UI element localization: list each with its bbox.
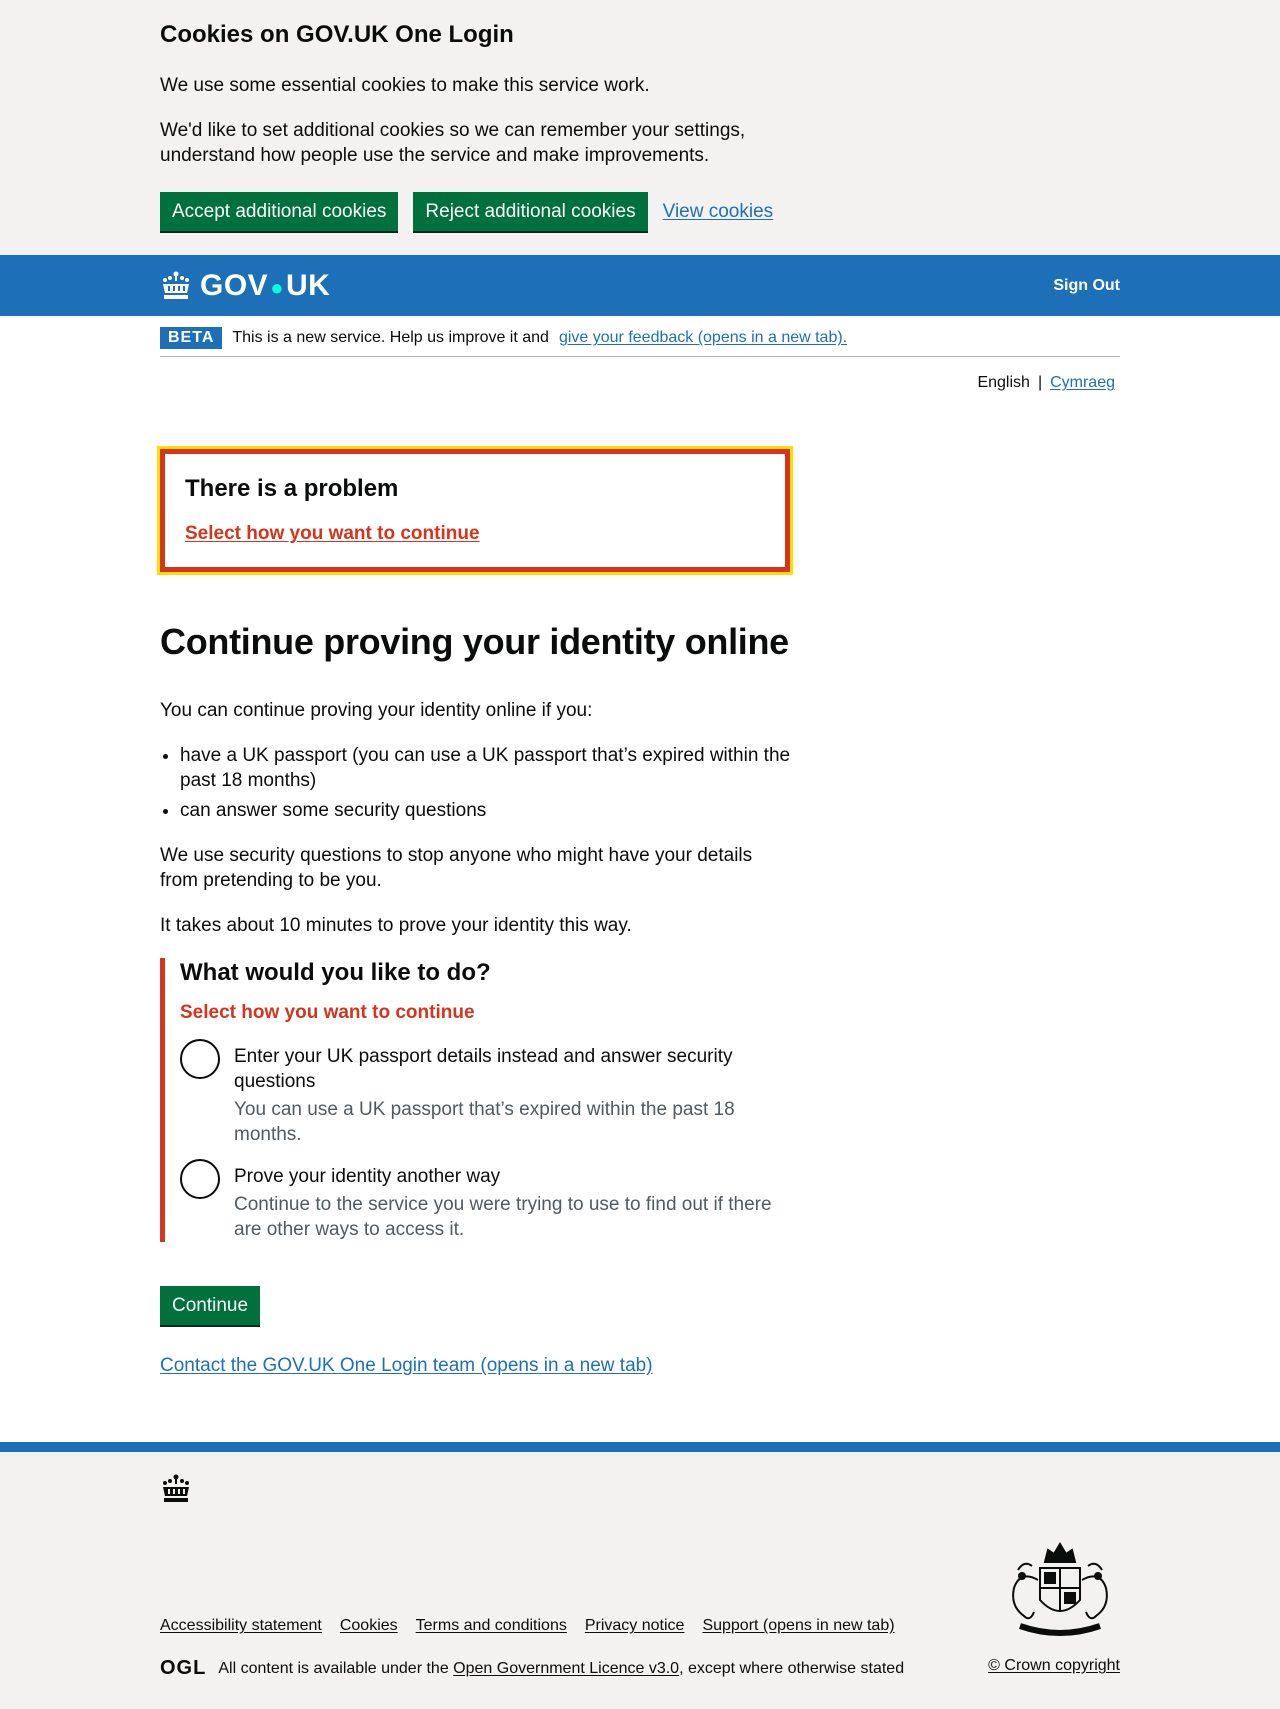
language-separator: |	[1037, 374, 1043, 391]
sign-out-link[interactable]: Sign Out	[1053, 277, 1120, 295]
crown-icon	[163, 271, 189, 299]
beta-text: This is a new service. Help us improve i…	[232, 329, 549, 346]
footer-link-terms[interactable]: Terms and conditions	[416, 1617, 567, 1635]
list-item: can answer some security questions	[180, 798, 810, 823]
cookie-banner-actions: Accept additional cookies Reject additio…	[160, 192, 1120, 231]
radio-hint-another-way: Continue to the service you were trying …	[234, 1194, 772, 1240]
security-questions-text: We use security questions to stop anyone…	[160, 845, 753, 891]
page-title: Continue proving your identity online	[160, 621, 789, 662]
cookie-banner-text-essential: We use some essential cookies to make th…	[160, 75, 650, 96]
logo-text-uk: UK	[285, 268, 331, 302]
radio-option-passport[interactable]: Enter your UK passport details instead a…	[180, 1039, 790, 1147]
footer-link-support[interactable]: Support (opens in new tab)	[702, 1617, 894, 1635]
site-header: GOV●UK Sign Out	[0, 255, 1280, 316]
radio-label-passport[interactable]: Enter your UK passport details instead a…	[234, 1044, 790, 1094]
duration-text: It takes about 10 minutes to prove your …	[160, 915, 632, 936]
cookie-banner: Cookies on GOV.UK One Login We use some …	[0, 0, 1280, 255]
cookie-banner-text-additional: We'd like to set additional cookies so w…	[160, 120, 746, 166]
logo-dot: ●	[270, 274, 284, 300]
contact-team-link[interactable]: Contact the GOV.UK One Login team (opens…	[160, 1355, 653, 1376]
intro-text: You can continue proving your identity o…	[160, 700, 593, 721]
error-summary-title: There is a problem	[185, 475, 399, 502]
crown-icon	[163, 1474, 189, 1502]
requirements-list: have a UK passport (you can use a UK pas…	[180, 743, 810, 823]
footer-link-cookies[interactable]: Cookies	[340, 1617, 398, 1635]
choice-form-group: What would you like to do? Select how yo…	[160, 958, 790, 1242]
site-footer: Accessibility statement Cookies Terms an…	[0, 1442, 1280, 1709]
radio-hint-passport: You can use a UK passport that’s expired…	[234, 1099, 735, 1145]
accept-cookies-button[interactable]: Accept additional cookies	[160, 192, 399, 231]
radio-label-another-way[interactable]: Prove your identity another way	[234, 1164, 790, 1189]
radio-button-passport[interactable]	[180, 1039, 220, 1079]
crown-copyright-link[interactable]: © Crown copyright	[988, 1657, 1120, 1674]
copyright: © Crown copyright	[988, 1657, 1120, 1675]
licence-text-pre: All content is available under the	[218, 1659, 449, 1677]
list-item: have a UK passport (you can use a UK pas…	[180, 743, 810, 793]
radio-option-another-way[interactable]: Prove your identity another way Continue…	[180, 1159, 790, 1242]
contact-section: Contact the GOV.UK One Login team (opens…	[160, 1355, 1120, 1377]
language-toggle: English | Cymraeg	[160, 374, 1120, 392]
radio-button-another-way[interactable]	[180, 1159, 220, 1199]
footer-link-accessibility[interactable]: Accessibility statement	[160, 1617, 322, 1635]
language-current: English	[977, 374, 1030, 391]
licence-line: OGL All content is available under the O…	[160, 1657, 904, 1680]
licence-text-post: , except where otherwise stated	[679, 1659, 905, 1677]
language-welsh-link[interactable]: Cymraeg	[1050, 374, 1115, 392]
form-legend: What would you like to do?	[180, 959, 491, 986]
footer-links: Accessibility statement Cookies Terms an…	[160, 1617, 895, 1635]
ogl-logo: OGL	[160, 1657, 207, 1679]
continue-button[interactable]: Continue	[160, 1286, 261, 1325]
error-summary: There is a problem Select how you want t…	[157, 446, 793, 575]
error-summary-link[interactable]: Select how you want to continue	[185, 523, 480, 544]
govuk-logo[interactable]: GOV●UK	[160, 269, 330, 303]
beta-tag: BETA	[160, 327, 223, 349]
form-error-message: Select how you want to continue	[180, 1002, 475, 1023]
main-wrapper: BETA This is a new service. Help us impr…	[157, 316, 1120, 1377]
reject-cookies-button[interactable]: Reject additional cookies	[413, 192, 648, 231]
logo-text-gov: GOV	[200, 268, 269, 302]
royal-coat-of-arms-icon	[1000, 1540, 1120, 1649]
cookie-banner-title: Cookies on GOV.UK One Login	[160, 21, 514, 48]
view-cookies-link[interactable]: View cookies	[663, 201, 774, 223]
phase-banner: BETA This is a new service. Help us impr…	[160, 316, 1120, 357]
feedback-link[interactable]: give your feedback (opens in a new tab).	[559, 329, 847, 347]
licence-link[interactable]: Open Government Licence v3.0	[453, 1660, 679, 1677]
footer-link-privacy[interactable]: Privacy notice	[585, 1617, 685, 1635]
